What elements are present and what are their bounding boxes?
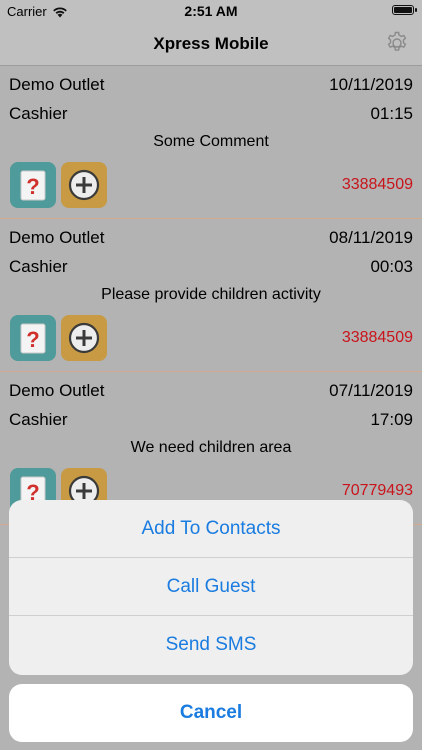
guest-phone-link[interactable]: 33884509	[342, 329, 413, 347]
staff-role: Cashier	[9, 257, 68, 276]
entry-duration: 17:09	[370, 410, 413, 429]
page-title: Xpress Mobile	[153, 34, 269, 53]
entry-comment: Some Comment	[153, 133, 269, 150]
entry-date: 10/11/2019	[329, 75, 413, 94]
entry-date: 07/11/2019	[329, 381, 413, 400]
question-button[interactable]: ?	[10, 162, 56, 208]
guest-phone-link[interactable]: 70779493	[342, 482, 413, 500]
question-button[interactable]: ?	[10, 315, 56, 361]
svg-text:?: ?	[26, 327, 39, 352]
gear-icon[interactable]	[384, 30, 410, 56]
outlet-name: Demo Outlet	[9, 381, 105, 400]
guest-phone-link[interactable]: 33884509	[342, 176, 413, 194]
add-to-contacts-button[interactable]: Add To Contacts	[9, 500, 413, 558]
status-bar: Carrier 2:51 AM	[0, 0, 422, 22]
battery-icon	[392, 5, 417, 15]
entry-date: 08/11/2019	[329, 228, 413, 247]
staff-role: Cashier	[9, 104, 68, 123]
question-icon: ?	[20, 323, 46, 354]
cancel-button[interactable]: Cancel	[9, 684, 413, 742]
send-sms-button[interactable]: Send SMS	[9, 616, 413, 674]
add-button[interactable]	[61, 162, 107, 208]
call-guest-button[interactable]: Call Guest	[9, 558, 413, 616]
outlet-name: Demo Outlet	[9, 75, 105, 94]
status-time: 2:51 AM	[184, 3, 238, 19]
action-sheet: Add To Contacts Call Guest Send SMS	[9, 500, 413, 675]
entry-duration: 01:15	[370, 104, 413, 123]
add-button[interactable]	[61, 315, 107, 361]
list-item: Demo Outlet 10/11/2019 Cashier 01:15 Som…	[0, 66, 422, 219]
entry-duration: 00:03	[370, 257, 413, 276]
navigation-bar: Xpress Mobile	[0, 22, 422, 66]
feedback-list: Demo Outlet 10/11/2019 Cashier 01:15 Som…	[0, 66, 422, 525]
question-icon: ?	[20, 170, 46, 201]
svg-text:?: ?	[26, 174, 39, 199]
plus-icon	[68, 169, 100, 201]
entry-comment: We need children area	[130, 439, 292, 456]
entry-comment: Please provide children activity	[101, 286, 321, 303]
staff-role: Cashier	[9, 410, 68, 429]
list-item: Demo Outlet 08/11/2019 Cashier 00:03 Ple…	[0, 219, 422, 372]
outlet-name: Demo Outlet	[9, 228, 105, 247]
plus-icon	[68, 322, 100, 354]
